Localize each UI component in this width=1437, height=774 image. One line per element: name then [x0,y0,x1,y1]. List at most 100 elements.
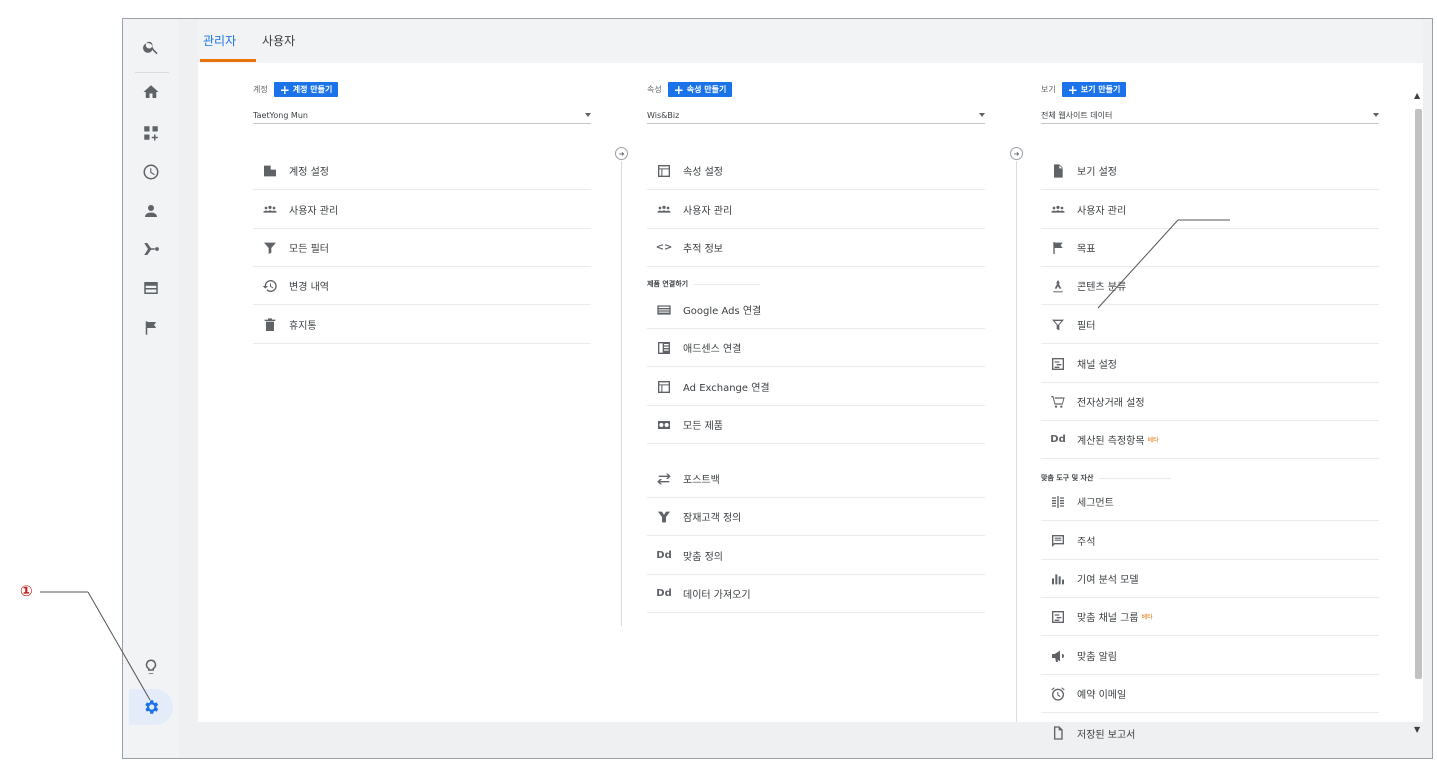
calculated-metrics-item[interactable]: Dd 계산된 측정항목 베타 [1041,421,1379,459]
ads-icon [654,300,674,320]
arrow-right-icon: ➜ [1010,147,1023,160]
audience-person-icon[interactable] [137,197,165,225]
active-tab-indicator [200,59,256,62]
admin-panel: 관리자 사용자 계정 + 계정 만들기 TaetYong Mun 계정 설정 사용… [198,19,1423,741]
account-selector[interactable]: TaetYong Mun [253,107,591,124]
column-divider [621,161,622,626]
scrollbar-thumb[interactable] [1415,109,1422,679]
chevron-down-icon [585,113,591,117]
window-icon [654,377,674,397]
postbacks-item[interactable]: 포스트백 [647,460,985,498]
goals-item[interactable]: 목표 [1041,229,1379,267]
conversions-flag-icon[interactable] [137,314,165,342]
tracking-info-item[interactable]: <> 추적 정보 [647,229,985,267]
all-products-item[interactable]: 모든 제품 [647,406,985,444]
people-icon [260,200,280,220]
code-icon: <> [655,242,673,253]
ad-exchange-link-item[interactable]: Ad Exchange 연결 [647,368,985,406]
segments-icon [1048,492,1068,512]
ecommerce-settings-item[interactable]: 전자상거래 설정 [1041,383,1379,421]
bar-chart-icon [1048,569,1068,589]
view-header: 보기 [1041,85,1056,94]
people-icon [1048,200,1068,220]
dd-icon: Dd [1050,434,1066,445]
trash-item[interactable]: 휴지통 [253,306,591,344]
product-linking-label: 제품 연결하기 [647,279,985,289]
attribution-models-item[interactable]: 기여 분석 모델 [1041,560,1379,598]
arrow-right-icon: ➜ [615,147,628,160]
chevron-down-icon [1373,113,1379,117]
link-icon [654,415,674,435]
channel-settings-item[interactable]: 채널 설정 [1041,345,1379,383]
trash-icon [260,315,280,335]
custom-tools-label: 맞춤 도구 및 자산 [1041,473,1379,483]
document-outline-icon [1048,723,1068,743]
create-account-button[interactable]: + 계정 만들기 [273,82,339,97]
lightbulb-icon[interactable] [137,653,165,681]
person-walk-icon [1048,276,1068,296]
beta-badge: 베타 [1147,437,1159,444]
audience-split-icon [654,507,674,527]
saved-reports-item[interactable]: 저장된 보고서 [1041,714,1379,752]
tab-bar: 관리자 사용자 [198,19,1423,63]
scroll-down-icon[interactable]: ▼ [1414,725,1420,734]
custom-channel-grouping-item[interactable]: 맞춤 채널 그룹 베타 [1041,598,1379,636]
search-icon[interactable] [137,33,165,61]
account-user-management-item[interactable]: 사용자 관리 [253,191,591,229]
property-header: 속성 [647,85,662,94]
content-grouping-item[interactable]: 콘텐츠 분류 [1041,267,1379,305]
all-filters-item[interactable]: 모든 필터 [253,229,591,267]
customization-icon[interactable] [137,119,165,147]
view-user-management-item[interactable]: 사용자 관리 [1041,191,1379,229]
channel-icon [1048,607,1068,627]
view-settings-item[interactable]: 보기 설정 [1041,152,1379,190]
custom-definitions-item[interactable]: Dd 맞춤 정의 [647,537,985,575]
beta-badge: 베타 [1141,614,1153,621]
megaphone-icon [1048,646,1068,666]
comment-icon [1048,531,1068,551]
home-icon[interactable] [137,78,165,106]
view-filters-item[interactable]: 필터 [1041,306,1379,344]
flag-icon [1048,238,1068,258]
document-icon [1048,161,1068,181]
annotations-item[interactable]: 주석 [1041,522,1379,560]
filter-icon [260,238,280,258]
property-settings-item[interactable]: 속성 설정 [647,152,985,190]
scrollbar[interactable]: ▲ ▼ [1412,91,1423,737]
property-user-management-item[interactable]: 사용자 관리 [647,191,985,229]
create-property-button[interactable]: + 속성 만들기 [667,82,733,97]
data-import-item[interactable]: Dd 데이터 가져오기 [647,575,985,613]
view-selector[interactable]: 전체 웹사이트 데이터 [1041,107,1379,124]
tab-user[interactable]: 사용자 [262,32,295,49]
realtime-clock-icon[interactable] [137,158,165,186]
custom-alerts-item[interactable]: 맞춤 알림 [1041,637,1379,675]
scroll-up-icon[interactable]: ▲ [1414,91,1420,100]
behavior-icon[interactable] [137,274,165,302]
callout-1: ① [20,582,33,600]
left-nav-rail [123,19,179,758]
admin-gear-icon[interactable] [129,689,173,725]
chevron-down-icon [979,113,985,117]
acquisition-icon[interactable] [137,235,165,263]
filter-outline-icon [1048,315,1068,335]
app-frame: 관리자 사용자 계정 + 계정 만들기 TaetYong Mun 계정 설정 사용… [122,18,1433,759]
window-icon [654,161,674,181]
postback-icon [654,469,674,489]
adsense-icon [654,338,674,358]
building-icon [260,161,280,181]
cart-icon [1048,392,1068,412]
google-ads-link-item[interactable]: Google Ads 연결 [647,291,985,329]
create-view-button[interactable]: + 보기 만들기 [1061,82,1127,97]
tab-admin[interactable]: 관리자 [203,32,236,49]
account-settings-item[interactable]: 계정 설정 [253,152,591,190]
account-header: 계정 [253,85,268,94]
property-selector[interactable]: Wis&Biz [647,107,985,124]
segments-item[interactable]: 세그먼트 [1041,483,1379,521]
channel-icon [1048,354,1068,374]
change-history-item[interactable]: 변경 내역 [253,267,591,305]
audience-definitions-item[interactable]: 잠재고객 정의 [647,498,985,536]
adsense-link-item[interactable]: 애드센스 연결 [647,329,985,367]
history-icon [260,276,280,296]
scheduled-emails-item[interactable]: 예약 이메일 [1041,675,1379,713]
dd-icon: Dd [656,588,672,599]
